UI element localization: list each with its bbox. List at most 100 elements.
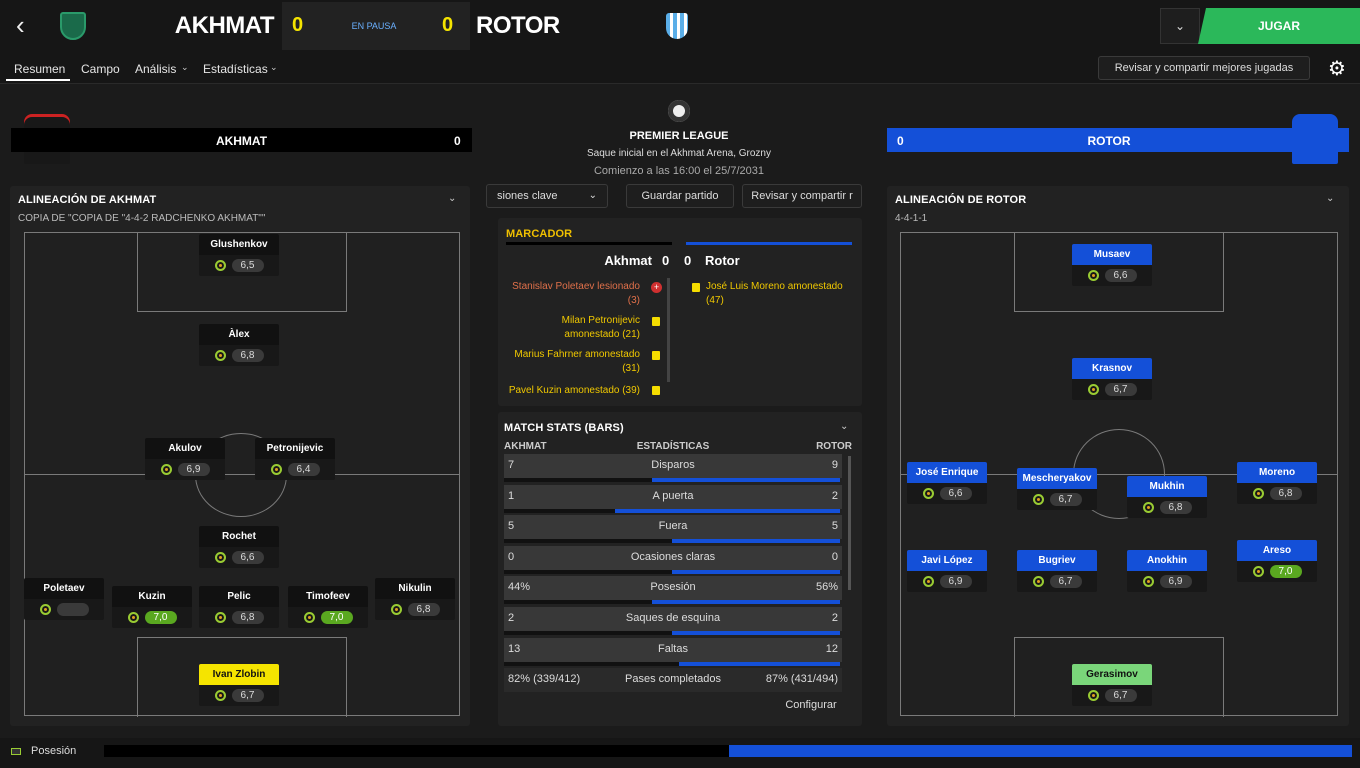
play-options-chevron-icon[interactable]: ⌄ bbox=[1160, 8, 1200, 44]
stat-away-bar bbox=[652, 600, 840, 605]
yellow-card-icon bbox=[652, 386, 660, 395]
stat-home-value: 13 bbox=[508, 642, 521, 655]
stat-home-value: 82% (339/412) bbox=[508, 673, 581, 686]
back-icon[interactable]: ‹ bbox=[16, 12, 40, 40]
stat-away-value: 5 bbox=[831, 520, 838, 533]
stat-home-bar bbox=[504, 600, 652, 605]
player-card[interactable]: Àlex 6,8 bbox=[199, 324, 279, 366]
possession-icon bbox=[11, 748, 21, 755]
stats-scrollbar[interactable] bbox=[848, 456, 851, 590]
stat-away-value: 0 bbox=[831, 550, 838, 563]
player-rating-row: 6,8 bbox=[199, 345, 279, 366]
player-card[interactable]: Musaev 6,6 bbox=[1072, 244, 1152, 286]
player-rating: 6,6 bbox=[231, 551, 264, 564]
away-team-crest bbox=[666, 13, 688, 39]
key-chances-dropdown[interactable]: siones clave ⌄ bbox=[486, 184, 608, 208]
player-card[interactable]: Poletaev bbox=[24, 578, 104, 620]
away-formation: 4-4-1-1 bbox=[895, 213, 928, 224]
scoreboard-home-score: 0 bbox=[662, 253, 670, 268]
stat-row: Ocasiones claras 0 0 bbox=[504, 545, 842, 574]
stat-home-value: 7 bbox=[508, 459, 515, 471]
tab-estadisticas[interactable]: Estadísticas bbox=[203, 62, 268, 76]
player-name: Areso bbox=[1237, 540, 1317, 561]
tab-analisis[interactable]: Análisis bbox=[135, 62, 176, 76]
player-card[interactable]: Krasnov 6,7 bbox=[1072, 358, 1152, 400]
yellow-card-icon bbox=[652, 317, 660, 326]
event-text: José Luis Moreno amonestado (47) bbox=[706, 281, 843, 306]
stat-home-value: 2 bbox=[508, 612, 515, 624]
player-card[interactable]: Ivan Zlobin 6,7 bbox=[199, 664, 279, 706]
event-text: Stanislav Poletaev lesionado (3) bbox=[512, 281, 640, 306]
player-name: Poletaev bbox=[24, 578, 104, 599]
form-ring-icon bbox=[1032, 576, 1044, 587]
player-rating: 6,7 bbox=[1104, 689, 1137, 702]
player-card[interactable]: Anokhin 6,9 bbox=[1127, 550, 1207, 592]
player-card[interactable]: Nikulin 6,8 bbox=[375, 578, 455, 620]
player-rating: 6,7 bbox=[231, 689, 264, 702]
configure-button[interactable]: Configurar bbox=[770, 694, 852, 718]
save-match-button[interactable]: Guardar partido bbox=[626, 184, 734, 208]
form-ring-icon bbox=[270, 464, 282, 475]
player-name: Gerasimov bbox=[1072, 664, 1152, 685]
player-name: Rochet bbox=[199, 526, 279, 547]
player-card[interactable]: Bugriev 6,7 bbox=[1017, 550, 1097, 592]
player-name: Kuzin bbox=[112, 586, 192, 607]
stat-label: Ocasiones claras bbox=[630, 550, 716, 563]
stat-row: Fuera 5 5 bbox=[504, 515, 842, 544]
form-ring-icon bbox=[39, 604, 51, 615]
player-card[interactable]: Areso 7,0 bbox=[1237, 540, 1317, 582]
player-rating: 6,4 bbox=[287, 463, 320, 476]
player-card[interactable]: Pelic 6,8 bbox=[199, 586, 279, 628]
event-text: Pavel Kuzin amonestado (39) bbox=[508, 385, 640, 396]
play-button[interactable]: JUGAR bbox=[1198, 8, 1360, 44]
away-score-tab bbox=[686, 242, 852, 245]
player-card[interactable]: Javi López 6,9 bbox=[907, 550, 987, 592]
share-best-plays-button[interactable]: Revisar y compartir mejores jugadas bbox=[1098, 56, 1310, 80]
stat-row: A puerta 1 2 bbox=[504, 484, 842, 513]
player-card[interactable]: Rochet 6,6 bbox=[199, 526, 279, 568]
player-card[interactable]: Gerasimov 6,7 bbox=[1072, 664, 1152, 706]
stat-away-value: 12 bbox=[825, 642, 838, 655]
home-pitch bbox=[24, 232, 460, 717]
player-rating bbox=[56, 603, 89, 616]
player-card[interactable]: Mescheryakov 6,7 bbox=[1017, 468, 1097, 510]
player-rating-row: 6,9 bbox=[145, 459, 225, 480]
stat-away-bar bbox=[672, 569, 840, 574]
player-card[interactable]: José Enrique 6,6 bbox=[907, 462, 987, 504]
player-rating: 6,9 bbox=[939, 575, 972, 588]
home-score: 0 bbox=[292, 14, 304, 36]
away-lineup-chevron-icon[interactable]: ⌄ bbox=[1326, 193, 1334, 204]
stat-label: Disparos bbox=[651, 459, 695, 471]
gear-icon[interactable]: ⚙ bbox=[1324, 56, 1350, 82]
player-card[interactable]: Mukhin 6,8 bbox=[1127, 476, 1207, 518]
stat-home-value: 1 bbox=[508, 489, 515, 502]
player-card[interactable]: Moreno 6,8 bbox=[1237, 462, 1317, 504]
home-lineup-chevron-icon[interactable]: ⌄ bbox=[448, 193, 456, 204]
stat-row: Posesión 44% 56% bbox=[504, 576, 842, 605]
league-name: PREMIER LEAGUE bbox=[629, 130, 729, 142]
tab-resumen[interactable]: Resumen bbox=[14, 62, 65, 76]
active-tab-underline bbox=[6, 79, 70, 81]
player-rating: 6,8 bbox=[1159, 501, 1192, 514]
form-ring-icon bbox=[214, 260, 226, 271]
player-rating-row: 6,6 bbox=[199, 547, 279, 568]
player-rating-row: 6,5 bbox=[199, 255, 279, 276]
share-review-button[interactable]: Revisar y compartir r bbox=[742, 184, 862, 208]
form-ring-icon bbox=[390, 604, 402, 615]
player-name: Mescheryakov bbox=[1017, 468, 1097, 489]
player-rating: 6,9 bbox=[177, 463, 210, 476]
stat-home-bar bbox=[504, 478, 652, 482]
form-ring-icon bbox=[922, 576, 934, 587]
player-rating: 6,8 bbox=[407, 603, 440, 616]
player-card[interactable]: Petronijevic 6,4 bbox=[255, 438, 335, 480]
tab-campo[interactable]: Campo bbox=[81, 62, 120, 76]
player-card[interactable]: Kuzin 7,0 bbox=[112, 586, 192, 628]
player-card[interactable]: Glushenkov 6,5 bbox=[199, 234, 279, 276]
player-rating-row: 7,0 bbox=[112, 607, 192, 628]
match-stats-chevron-icon[interactable]: ⌄ bbox=[840, 421, 848, 432]
yellow-card-icon bbox=[692, 283, 700, 292]
home-strip-name: AKHMAT bbox=[215, 134, 268, 148]
player-name: Pelic bbox=[199, 586, 279, 607]
player-card[interactable]: Akulov 6,9 bbox=[145, 438, 225, 480]
player-card[interactable]: Timofeev 7,0 bbox=[288, 586, 368, 628]
